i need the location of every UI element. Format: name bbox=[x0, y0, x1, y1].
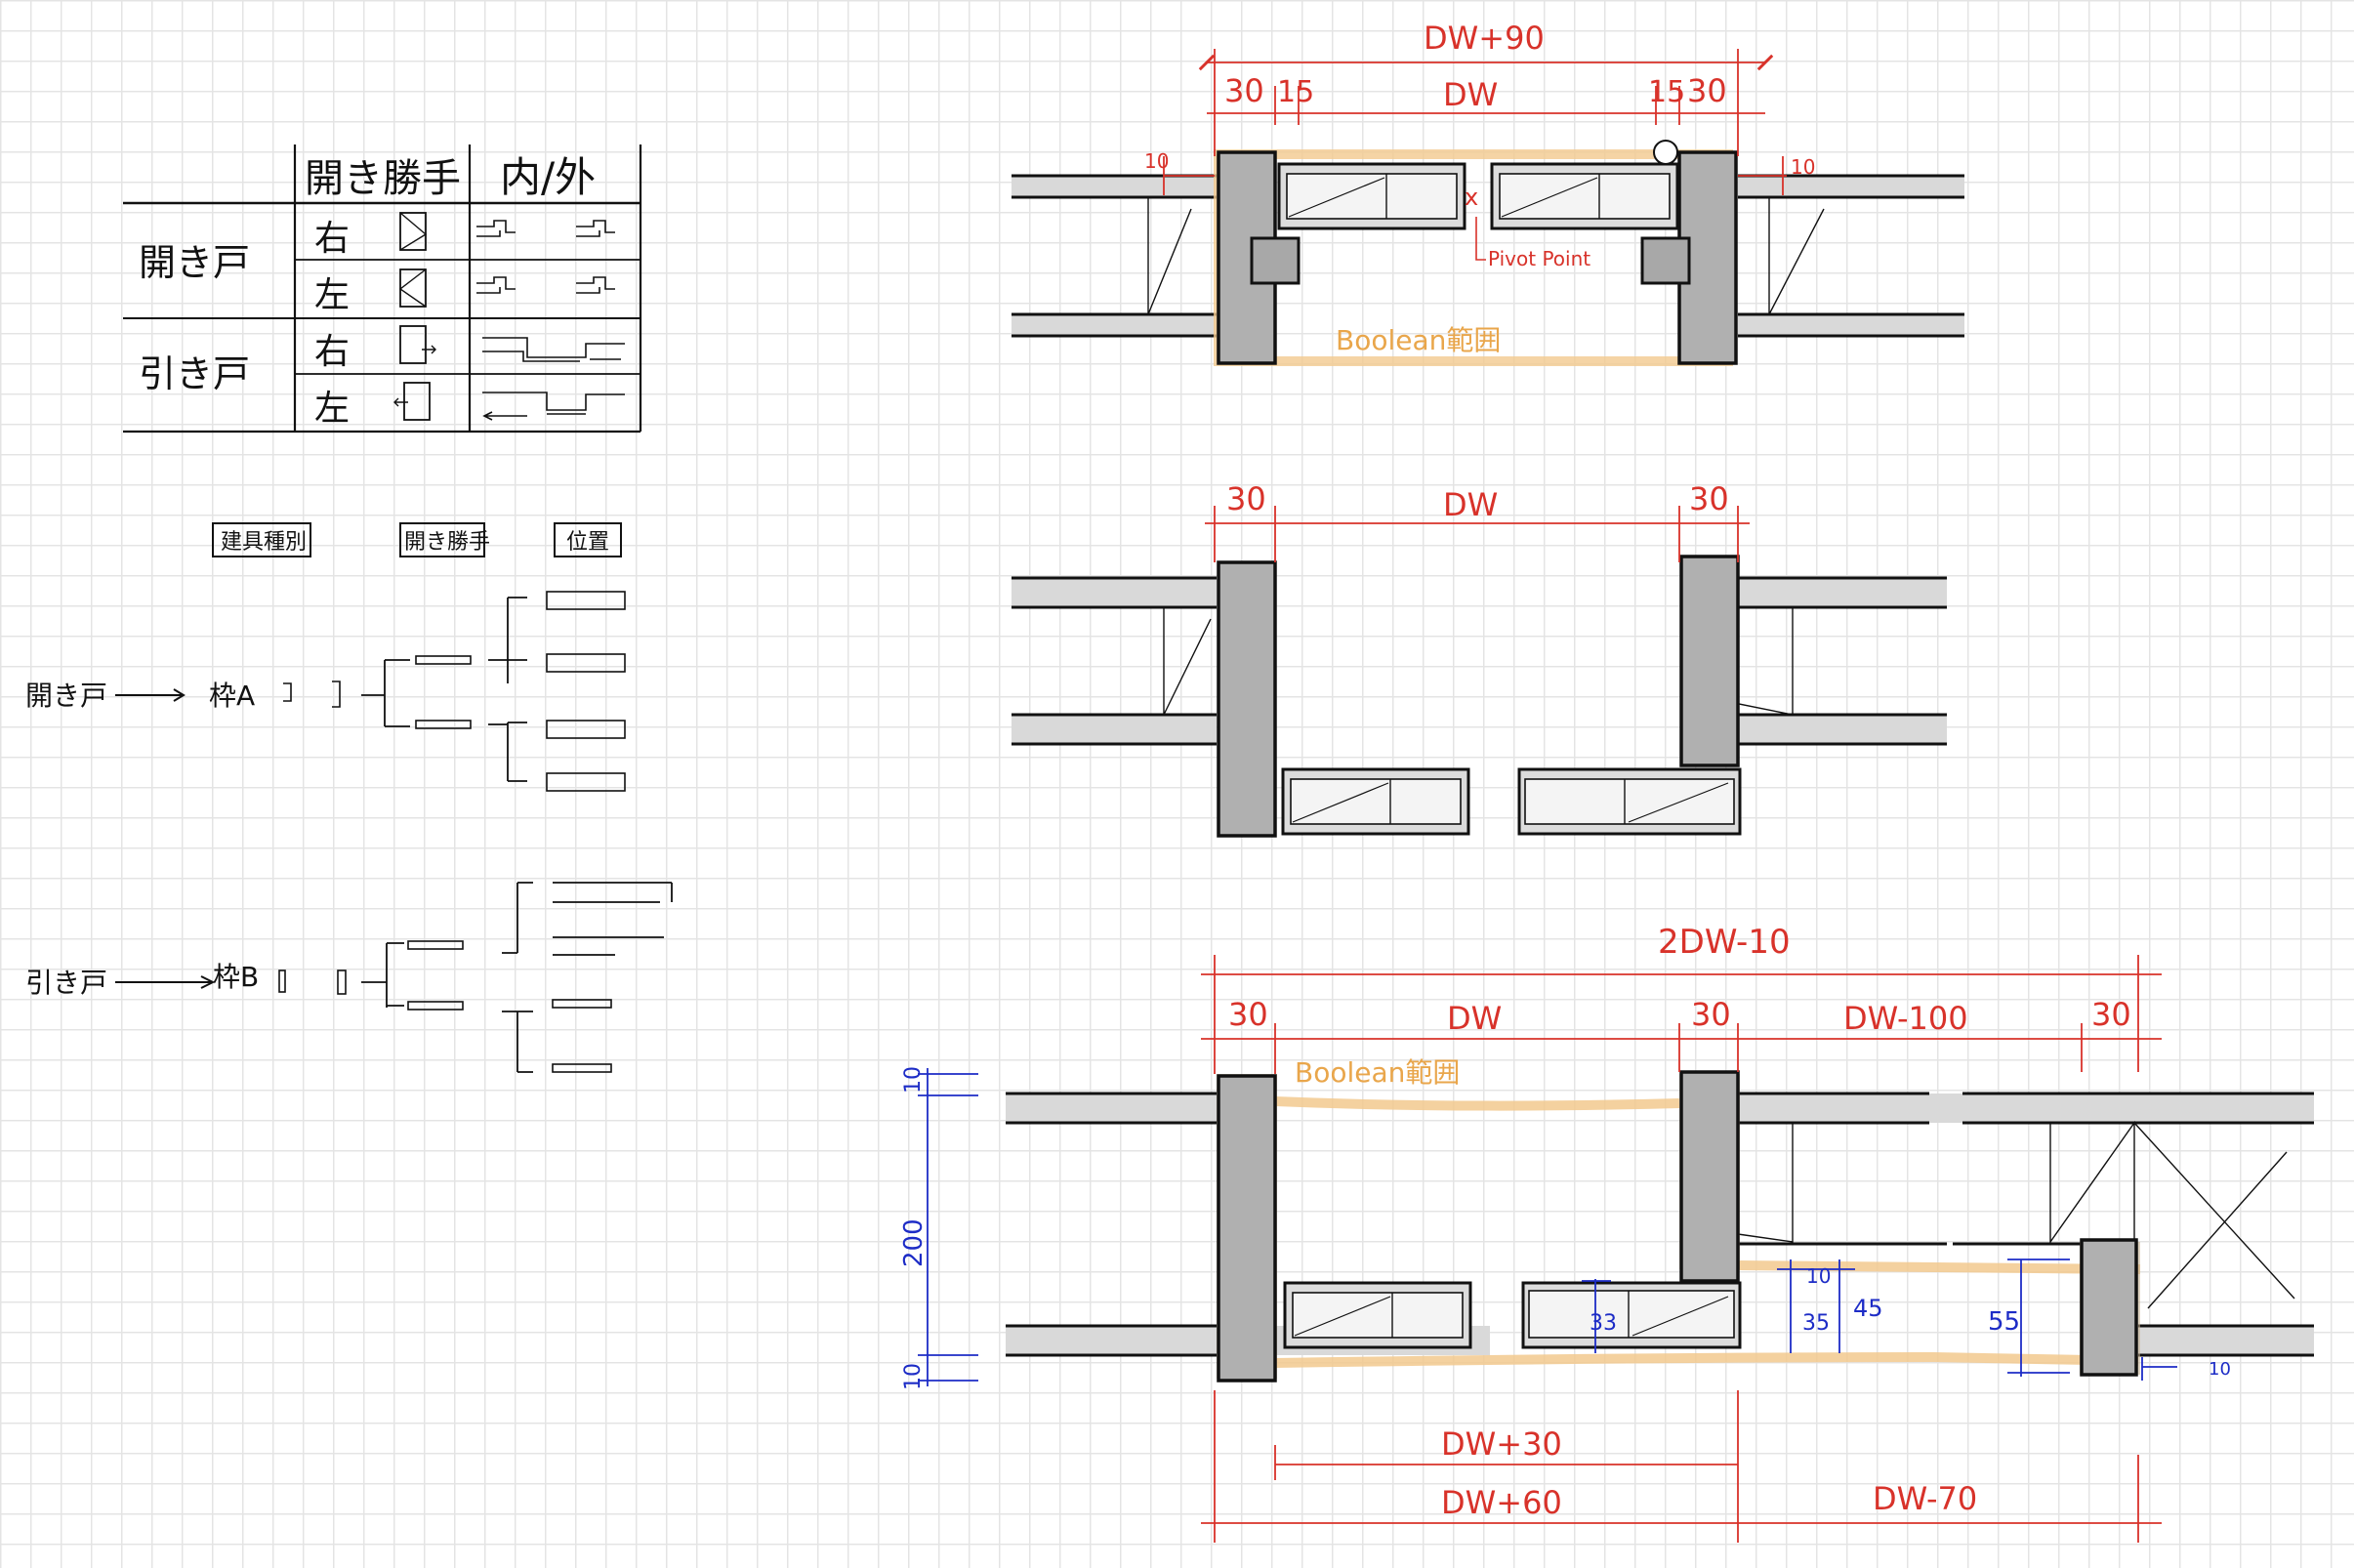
dim-bot-10-bottom: 10 bbox=[901, 1363, 926, 1390]
table-header-opening: 開き勝手 bbox=[305, 156, 461, 201]
table-cell-right-2: 右 bbox=[314, 332, 350, 372]
tree-label-position: 位置 bbox=[566, 530, 609, 555]
dim-bot-dw30: DW+30 bbox=[1441, 1425, 1562, 1463]
tree-swing-frame: 枠A bbox=[209, 680, 255, 712]
dim-bot-dw70: DW-70 bbox=[1873, 1480, 1977, 1517]
table-cell-left-1: 左 bbox=[314, 275, 350, 315]
tree-swing-leaves-icon bbox=[546, 591, 626, 792]
dim-bot-dw60: DW+60 bbox=[1441, 1484, 1562, 1521]
dim-bot-30-a: 30 bbox=[1228, 996, 1268, 1033]
table-header-inout: 内/外 bbox=[500, 153, 596, 201]
pivot-point-label: Pivot Point bbox=[1488, 247, 1590, 270]
dim-bot-200: 200 bbox=[899, 1218, 929, 1267]
dim-top-total: DW+90 bbox=[1424, 20, 1545, 57]
dim-top-30-left: 30 bbox=[1224, 72, 1264, 109]
swing-right-icon bbox=[399, 212, 428, 251]
tree-label-opening: 開き勝手 bbox=[404, 530, 490, 555]
dim-bot-33: 33 bbox=[1590, 1311, 1617, 1336]
dim-bot-35: 35 bbox=[1802, 1311, 1830, 1336]
swing-left-icon bbox=[398, 268, 427, 308]
dim-top-offset-right: 10 bbox=[1791, 155, 1815, 179]
pivot-mark-icon: x bbox=[1465, 184, 1478, 211]
table-row-swing: 開き戸 bbox=[139, 241, 250, 284]
plan-bottom: Boolean範囲 2DW-10 30 DW 30 DW-100 30 DW+3… bbox=[899, 923, 2314, 1543]
door-type-tree: 建具種別 開き勝手 位置 開き戸 枠A 引き戸 枠B bbox=[25, 522, 673, 1073]
table-cell-right-1: 右 bbox=[314, 219, 350, 259]
dim-bot-10-mid: 10 bbox=[1806, 1264, 1831, 1288]
boolean-label-bottom: Boolean範囲 bbox=[1295, 1056, 1460, 1089]
section-swing-right-icon bbox=[475, 220, 616, 237]
dim-mid-30-right: 30 bbox=[1689, 480, 1729, 517]
dim-bot-10-top: 10 bbox=[901, 1066, 926, 1093]
sliding-left-icon bbox=[393, 382, 431, 421]
table-cell-left-2: 左 bbox=[314, 389, 350, 429]
section-sliding-left-icon bbox=[482, 392, 625, 421]
sliding-right-icon bbox=[399, 325, 436, 364]
dim-bot-dw100: DW-100 bbox=[1843, 1000, 1968, 1037]
section-sliding-right-icon bbox=[482, 337, 625, 362]
drawing-sheet: 開き勝手 内/外 開き戸 引き戸 右 左 右 左 建具種別 開き勝手 位置 開き… bbox=[25, 20, 2314, 1543]
dim-top-offset-left: 10 bbox=[1144, 149, 1169, 173]
tree-label-type: 建具種別 bbox=[221, 530, 307, 555]
tree-sliding-leaves-icon bbox=[552, 882, 673, 1073]
dim-bot-55: 55 bbox=[1988, 1307, 2020, 1337]
dim-bot-30-b: 30 bbox=[1691, 996, 1731, 1033]
dim-bot-30-c: 30 bbox=[2091, 996, 2131, 1033]
dim-bot-45: 45 bbox=[1853, 1295, 1883, 1322]
tree-swing-door: 開き戸 bbox=[25, 680, 107, 712]
dim-bot-10-right: 10 bbox=[2209, 1359, 2231, 1380]
plan-middle: 30 DW 30 bbox=[1012, 480, 1947, 838]
dim-top-30-right: 30 bbox=[1687, 72, 1727, 109]
boolean-label-top: Boolean範囲 bbox=[1336, 324, 1501, 356]
dim-mid-dw: DW bbox=[1443, 486, 1498, 523]
dim-bot-total: 2DW-10 bbox=[1658, 923, 1791, 962]
table-row-sliding: 引き戸 bbox=[139, 352, 250, 395]
dim-bot-dw: DW bbox=[1447, 1000, 1502, 1037]
legend-table: 開き勝手 内/外 開き戸 引き戸 右 左 右 左 bbox=[123, 144, 642, 433]
dim-top-15-left: 15 bbox=[1277, 75, 1314, 109]
section-swing-left-icon bbox=[475, 276, 616, 294]
plan-top: x Pivot Point Boolean範囲 DW+90 30 15 DW 1… bbox=[1012, 20, 1964, 366]
dim-top-dw: DW bbox=[1443, 76, 1498, 113]
dim-mid-30-left: 30 bbox=[1226, 480, 1266, 517]
tree-sliding-frame: 枠B bbox=[213, 961, 259, 993]
dim-top-15-right: 15 bbox=[1648, 75, 1685, 109]
tree-sliding-door: 引き戸 bbox=[25, 967, 107, 999]
